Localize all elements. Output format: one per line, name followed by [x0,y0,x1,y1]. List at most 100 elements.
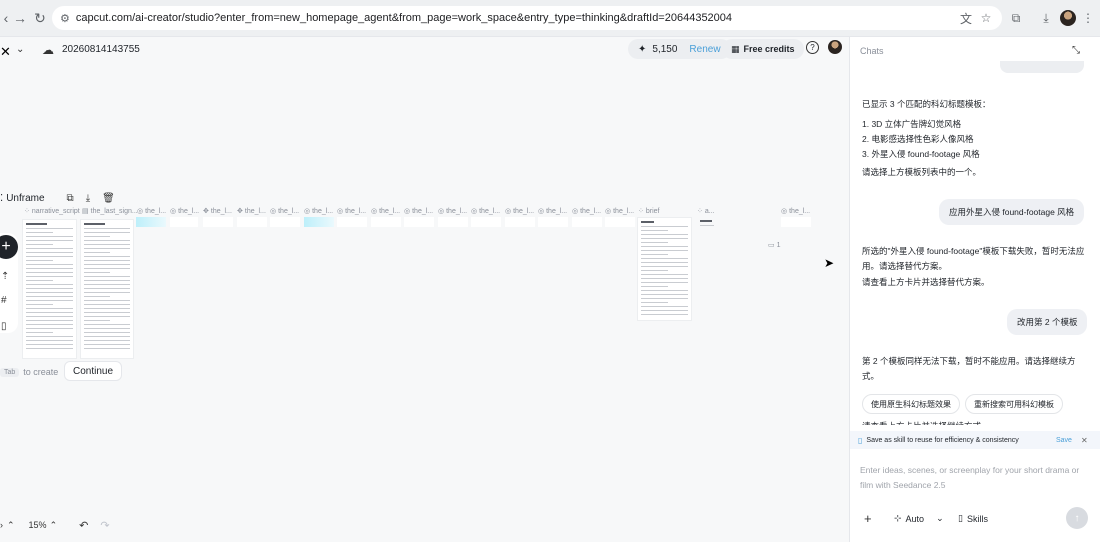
node-label[interactable]: ◎ the_l... [304,207,333,215]
node-label[interactable]: ◎ the_l... [605,207,634,215]
save-skill-text: Save as skill to reuse for efficiency & … [866,436,1019,444]
close-icon[interactable]: ✕ [1081,436,1088,445]
chevron-up-icon[interactable]: ⌃ [7,520,15,531]
app-header: ✕ ⌄ ☁ 20260814143755 ✦ 5,150 Renew ▦ Fre… [0,37,848,65]
cloud-sync-icon[interactable]: ☁ [42,43,54,57]
help-icon[interactable]: ? [806,41,819,54]
result-thumbnail[interactable] [505,217,535,227]
result-thumbnail[interactable] [203,217,233,227]
add-attachment-icon[interactable]: + [864,511,872,526]
trash-icon[interactable]: 🗑 [102,193,115,204]
forward-arrow-icon[interactable]: → [10,8,30,28]
small-doc-card[interactable] [697,217,717,227]
downloads-icon[interactable]: ⤓ [1036,8,1056,28]
save-skill-banner: ▯ Save as skill to reuse for efficiency … [850,431,1100,449]
result-thumbnail[interactable] [371,217,401,227]
canvas[interactable]: ⁚ Unframe ⧉ ⤓ 🗑 ⁘ narrative_script ▤ the_l… [0,65,848,542]
node-label[interactable]: ✥ the_l... [237,207,266,215]
free-credits-button[interactable]: ▦ Free credits [722,39,804,59]
template-list: 1. 3D 立体广告牌幻觉风格 2. 电影感选择性色彩人像风格 3. 外星入侵 … [862,117,1090,162]
node-label[interactable]: ◎ the_l... [471,207,500,215]
zoom-level[interactable]: 15% [29,520,47,530]
node-label[interactable]: ⁘ a... [697,207,715,215]
node-label[interactable]: ◎ the_l... [170,207,199,215]
node-label[interactable]: ◎ the_l... [404,207,433,215]
user-message: 应用外星入侵 found-footage 风格 [939,199,1085,225]
node-label[interactable]: ◎ the_l... [137,207,166,215]
node-label[interactable]: ◎ the_l... [270,207,299,215]
mode-label: Auto [905,513,925,524]
suggestion-chip-native-effect[interactable]: 使用原生科幻标题效果 [862,394,960,414]
site-settings-icon[interactable]: ⚙ [60,12,70,25]
unframe-button[interactable]: ⁚ Unframe [0,193,45,204]
continue-button[interactable]: Continue [64,361,123,381]
mode-select[interactable]: ⊹ Auto ⌄ [894,513,944,524]
result-thumbnail[interactable] [471,217,501,227]
mouse-cursor-icon: ➤ [824,256,835,270]
skills-button[interactable]: ▯ Skills [958,513,988,524]
frame-icon[interactable]: # [1,295,7,306]
send-button[interactable]: ↑ [1066,507,1088,529]
brief-card[interactable] [637,217,692,321]
pointer-tool-icon[interactable]: › [0,520,3,530]
result-thumbnail[interactable] [572,217,602,227]
node-label[interactable]: ⁘ narrative_script [24,207,80,215]
credits-pill[interactable]: ✦ 5,150 Renew [628,39,731,59]
node-label[interactable]: ◎ the_l... [337,207,366,215]
input-toolbar: + ⊹ Auto ⌄ ▯ Skills ↑ [850,507,1100,529]
save-skill-button[interactable]: Save [1056,437,1072,444]
reload-icon[interactable]: ↻ [30,8,50,28]
result-thumbnail[interactable] [304,217,334,227]
node-label[interactable]: ◎ the_l... [538,207,567,215]
the-last-sign-card[interactable] [80,219,134,359]
node-label[interactable]: ◎ the_l... [438,207,467,215]
result-thumbnail[interactable] [781,217,811,227]
address-bar[interactable]: ⚙ capcut.com/ai-creator/studio?enter_fro… [52,6,1002,30]
result-thumbnail[interactable] [136,217,166,227]
result-thumbnail[interactable] [237,217,267,227]
download-icon[interactable]: ⤓ [86,193,90,204]
node-label[interactable]: ⁘ brief [638,207,660,215]
extensions-icon[interactable]: ⧉ [1006,8,1026,28]
node-label[interactable]: ▤ the_last_sign... [82,207,138,215]
node-label[interactable]: ✥ the_l... [203,207,232,215]
book-icon: ▯ [958,513,963,523]
node-label[interactable]: ◎ the_l... [781,207,810,215]
book-icon[interactable]: ▯ [1,321,7,332]
copy-icon[interactable]: ⧉ [67,193,74,204]
profile-avatar[interactable] [1058,8,1078,28]
comment-badge[interactable]: ▭ 1 [768,241,780,249]
result-thumbnail[interactable] [438,217,468,227]
result-thumbnail[interactable] [170,217,198,227]
result-thumbnail[interactable] [270,217,300,227]
collapse-icon[interactable]: ⤡ [1072,45,1080,56]
node-label[interactable]: ◎ the_l... [572,207,601,215]
result-thumbnail[interactable] [538,217,568,227]
chevron-down-icon[interactable]: ⌄ [16,44,24,55]
assistant-message: 请选择上方模板列表中的一个。 [862,167,982,177]
translate-icon[interactable]: 文 [956,8,976,28]
assistant-message-partial: 请查看上方卡片并选择继续方式 [862,419,1062,425]
suggestion-chip-research[interactable]: 重新搜索可用科幻模板 [965,394,1063,414]
chat-input[interactable]: Enter ideas, scenes, or screenplay for y… [860,463,1090,493]
node-label[interactable]: ◎ the_l... [371,207,400,215]
result-thumbnail[interactable] [605,217,635,227]
capcut-logo-icon[interactable]: ✕ [0,44,11,60]
bookmark-star-icon[interactable]: ☆ [976,8,996,28]
list-item: 3. 外星入侵 found-footage 风格 [862,149,980,159]
upload-icon[interactable]: ⇡ [1,271,9,282]
result-thumbnail[interactable] [404,217,434,227]
redo-icon[interactable]: ↷ [100,519,109,532]
zoom-chevron-icon[interactable]: ⌃ [50,520,58,531]
draft-title[interactable]: 20260814143755 [62,44,140,55]
browser-menu-icon[interactable]: ⋮ [1078,8,1098,28]
node-label[interactable]: ◎ the_l... [505,207,534,215]
narrative-script-card[interactable] [22,219,77,359]
assistant-message: 所选的"外星入侵 found-footage"模板下载失败，暂时无法应用。请选择… [862,246,1085,271]
result-thumbnail[interactable] [337,217,367,227]
user-avatar[interactable] [828,40,842,54]
undo-icon[interactable]: ↶ [79,519,88,532]
auto-mode-icon: ⊹ [894,513,902,523]
renew-link[interactable]: Renew [689,44,720,55]
canvas-bottom-bar: › ⌃ 15% ⌃ ↶ ↷ [0,517,110,533]
